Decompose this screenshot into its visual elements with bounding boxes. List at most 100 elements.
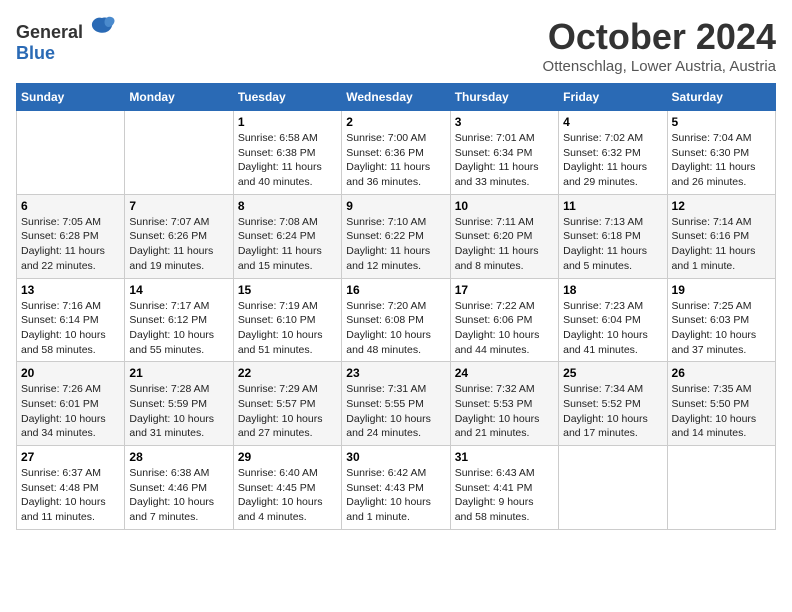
day-info: Sunrise: 7:11 AM Sunset: 6:20 PM Dayligh… [455,215,554,274]
day-number: 22 [238,366,337,380]
calendar-cell: 22Sunrise: 7:29 AM Sunset: 5:57 PM Dayli… [233,362,341,446]
day-info: Sunrise: 7:25 AM Sunset: 6:03 PM Dayligh… [672,299,771,358]
day-info: Sunrise: 7:16 AM Sunset: 6:14 PM Dayligh… [21,299,120,358]
calendar-cell: 24Sunrise: 7:32 AM Sunset: 5:53 PM Dayli… [450,362,558,446]
calendar-cell [17,111,125,195]
day-info: Sunrise: 7:05 AM Sunset: 6:28 PM Dayligh… [21,215,120,274]
day-number: 4 [563,115,662,129]
weekday-header: Thursday [450,84,558,111]
calendar-cell: 14 Sunrise: 7:17 AM Sunset: 6:12 PM Dayli… [125,278,233,362]
logo-general: General [16,22,83,42]
day-number: 16 [346,283,445,297]
day-number: 15 [238,283,337,297]
day-info: Sunrise: 6:38 AM Sunset: 4:46 PM Dayligh… [129,466,228,525]
calendar-cell: 29 Sunrise: 6:40 AM Sunset: 4:45 PM Dayli… [233,446,341,530]
calendar-header-row: SundayMondayTuesdayWednesdayThursdayFrid… [17,84,776,111]
day-info: Sunrise: 7:04 AM Sunset: 6:30 PM Dayligh… [672,131,771,190]
day-info: Sunrise: 7:32 AM Sunset: 5:53 PM Dayligh… [455,382,554,441]
logo-blue: Blue [16,43,55,63]
day-number: 19 [672,283,771,297]
day-info: Sunrise: 6:37 AM Sunset: 4:48 PM Dayligh… [21,466,120,525]
calendar-cell: 25 Sunrise: 7:34 AM Sunset: 5:52 PM Dayli… [559,362,667,446]
calendar-cell: 2 Sunrise: 7:00 AM Sunset: 6:36 PM Daylig… [342,111,450,195]
day-info: Sunrise: 7:14 AM Sunset: 6:16 PM Dayligh… [672,215,771,274]
calendar-cell: 10Sunrise: 7:11 AM Sunset: 6:20 PM Dayli… [450,194,558,278]
calendar-week-row: 1 Sunrise: 6:58 AM Sunset: 6:38 PM Daylig… [17,111,776,195]
calendar-week-row: 20Sunrise: 7:26 AM Sunset: 6:01 PM Dayli… [17,362,776,446]
day-number: 14 [129,283,228,297]
calendar-cell: 19 Sunrise: 7:25 AM Sunset: 6:03 PM Dayli… [667,278,775,362]
calendar-cell: 30 Sunrise: 6:42 AM Sunset: 4:43 PM Dayli… [342,446,450,530]
weekday-header: Tuesday [233,84,341,111]
day-number: 6 [21,199,120,213]
calendar-cell [559,446,667,530]
calendar-cell: 28Sunrise: 6:38 AM Sunset: 4:46 PM Dayli… [125,446,233,530]
weekday-header: Monday [125,84,233,111]
day-number: 11 [563,199,662,213]
day-info: Sunrise: 7:08 AM Sunset: 6:24 PM Dayligh… [238,215,337,274]
page-header: General Blue October 2024 Ottenschlag, L… [16,16,776,75]
day-info: Sunrise: 7:07 AM Sunset: 6:26 PM Dayligh… [129,215,228,274]
calendar-cell: 26Sunrise: 7:35 AM Sunset: 5:50 PM Dayli… [667,362,775,446]
calendar-cell: 13 Sunrise: 7:16 AM Sunset: 6:14 PM Dayli… [17,278,125,362]
day-info: Sunrise: 6:40 AM Sunset: 4:45 PM Dayligh… [238,466,337,525]
day-number: 25 [563,366,662,380]
calendar-cell: 23Sunrise: 7:31 AM Sunset: 5:55 PM Dayli… [342,362,450,446]
day-number: 27 [21,450,120,464]
day-number: 31 [455,450,554,464]
logo-text: General [16,16,116,43]
calendar-cell: 6 Sunrise: 7:05 AM Sunset: 6:28 PM Daylig… [17,194,125,278]
calendar-week-row: 13 Sunrise: 7:16 AM Sunset: 6:14 PM Dayli… [17,278,776,362]
day-info: Sunrise: 6:43 AM Sunset: 4:41 PM Dayligh… [455,466,554,525]
calendar-cell: 7 Sunrise: 7:07 AM Sunset: 6:26 PM Daylig… [125,194,233,278]
day-number: 1 [238,115,337,129]
day-number: 8 [238,199,337,213]
day-number: 13 [21,283,120,297]
day-number: 3 [455,115,554,129]
day-number: 29 [238,450,337,464]
calendar-cell [667,446,775,530]
day-info: Sunrise: 7:26 AM Sunset: 6:01 PM Dayligh… [21,382,120,441]
location-title: Ottenschlag, Lower Austria, Austria [543,58,776,75]
day-info: Sunrise: 7:10 AM Sunset: 6:22 PM Dayligh… [346,215,445,274]
calendar-cell: 27 Sunrise: 6:37 AM Sunset: 4:48 PM Dayli… [17,446,125,530]
weekday-header: Saturday [667,84,775,111]
day-info: Sunrise: 7:00 AM Sunset: 6:36 PM Dayligh… [346,131,445,190]
day-number: 30 [346,450,445,464]
calendar-cell: 31 Sunrise: 6:43 AM Sunset: 4:41 PM Dayli… [450,446,558,530]
calendar-cell: 3 Sunrise: 7:01 AM Sunset: 6:34 PM Daylig… [450,111,558,195]
logo-bird-icon [88,16,116,38]
day-number: 2 [346,115,445,129]
weekday-header: Sunday [17,84,125,111]
calendar-cell [125,111,233,195]
day-info: Sunrise: 6:42 AM Sunset: 4:43 PM Dayligh… [346,466,445,525]
calendar-cell: 18Sunrise: 7:23 AM Sunset: 6:04 PM Dayli… [559,278,667,362]
day-info: Sunrise: 6:58 AM Sunset: 6:38 PM Dayligh… [238,131,337,190]
calendar-cell: 5 Sunrise: 7:04 AM Sunset: 6:30 PM Daylig… [667,111,775,195]
day-info: Sunrise: 7:13 AM Sunset: 6:18 PM Dayligh… [563,215,662,274]
month-title: October 2024 [543,16,776,58]
weekday-header: Friday [559,84,667,111]
calendar-cell: 20Sunrise: 7:26 AM Sunset: 6:01 PM Dayli… [17,362,125,446]
calendar-cell: 8 Sunrise: 7:08 AM Sunset: 6:24 PM Daylig… [233,194,341,278]
calendar-cell: 12Sunrise: 7:14 AM Sunset: 6:16 PM Dayli… [667,194,775,278]
calendar-week-row: 27 Sunrise: 6:37 AM Sunset: 4:48 PM Dayli… [17,446,776,530]
day-info: Sunrise: 7:34 AM Sunset: 5:52 PM Dayligh… [563,382,662,441]
day-number: 26 [672,366,771,380]
day-number: 7 [129,199,228,213]
day-number: 9 [346,199,445,213]
day-info: Sunrise: 7:02 AM Sunset: 6:32 PM Dayligh… [563,131,662,190]
day-number: 18 [563,283,662,297]
calendar-cell: 4 Sunrise: 7:02 AM Sunset: 6:32 PM Daylig… [559,111,667,195]
calendar-cell: 15Sunrise: 7:19 AM Sunset: 6:10 PM Dayli… [233,278,341,362]
day-info: Sunrise: 7:17 AM Sunset: 6:12 PM Dayligh… [129,299,228,358]
day-info: Sunrise: 7:28 AM Sunset: 5:59 PM Dayligh… [129,382,228,441]
day-number: 17 [455,283,554,297]
day-info: Sunrise: 7:22 AM Sunset: 6:06 PM Dayligh… [455,299,554,358]
day-number: 5 [672,115,771,129]
day-info: Sunrise: 7:01 AM Sunset: 6:34 PM Dayligh… [455,131,554,190]
calendar-cell: 17 Sunrise: 7:22 AM Sunset: 6:06 PM Dayli… [450,278,558,362]
day-info: Sunrise: 7:20 AM Sunset: 6:08 PM Dayligh… [346,299,445,358]
day-info: Sunrise: 7:31 AM Sunset: 5:55 PM Dayligh… [346,382,445,441]
calendar-week-row: 6 Sunrise: 7:05 AM Sunset: 6:28 PM Daylig… [17,194,776,278]
